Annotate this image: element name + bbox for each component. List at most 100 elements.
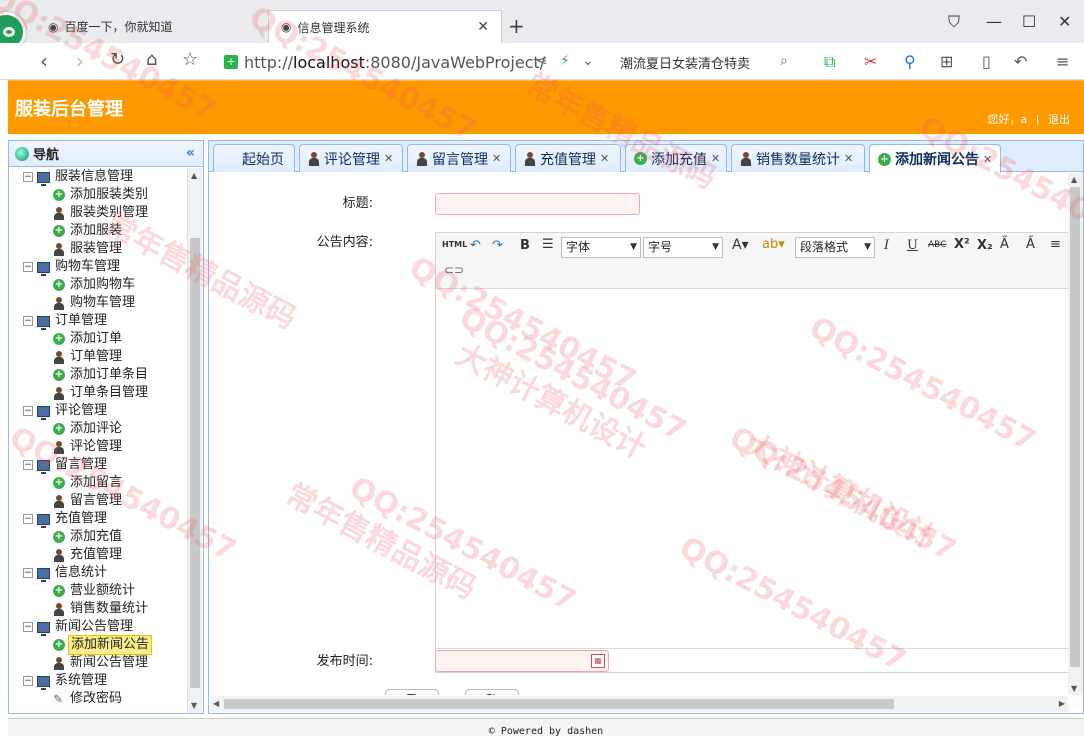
strikethrough-icon[interactable]: ABC bbox=[928, 240, 946, 250]
search-icon[interactable]: ⌕ bbox=[780, 53, 788, 69]
forward-icon[interactable]: › bbox=[76, 49, 84, 73]
nav-item[interactable]: 销售数量统计 bbox=[9, 600, 187, 618]
close-tab-icon[interactable]: ✕ bbox=[384, 152, 393, 165]
back-icon[interactable]: ‹ bbox=[40, 49, 48, 73]
search-suggestion[interactable]: 潮流夏日女装清仓特卖 bbox=[620, 53, 750, 72]
nav-item[interactable]: + 添加订单 bbox=[9, 330, 187, 348]
nav-group[interactable]: − 充值管理 bbox=[9, 510, 187, 528]
collapse-toggle-icon[interactable]: − bbox=[23, 568, 33, 578]
nav-item[interactable]: 新闻公告管理 bbox=[9, 654, 187, 672]
translate-icon[interactable]: ⧉ bbox=[824, 52, 835, 72]
subscript-icon[interactable]: X₂ bbox=[977, 238, 993, 253]
collapse-toggle-icon[interactable]: − bbox=[23, 676, 33, 686]
close-tab-icon[interactable]: ✕ bbox=[844, 152, 853, 165]
logout-link[interactable]: 退出 bbox=[1048, 113, 1070, 126]
new-tab-button[interactable]: + bbox=[508, 14, 525, 38]
maximize-icon[interactable]: ☐ bbox=[1022, 12, 1036, 31]
font-size-select[interactable]: 字号 ▼ bbox=[643, 237, 723, 258]
undo-icon[interactable]: ↶ bbox=[470, 238, 481, 253]
nav-group[interactable]: − 评论管理 bbox=[9, 402, 187, 420]
reset-button[interactable]: Ch bbox=[465, 689, 519, 695]
nav-item[interactable]: 留言管理 bbox=[9, 492, 187, 510]
nav-item[interactable]: 服装管理 bbox=[9, 240, 187, 258]
format-brush-icon[interactable]: ☰ bbox=[542, 237, 554, 252]
close-tab-icon[interactable]: ✕ bbox=[983, 153, 992, 166]
home-icon[interactable]: ⌂ bbox=[146, 49, 157, 70]
collapse-toggle-icon[interactable]: − bbox=[23, 316, 33, 326]
form-horizontal-scrollbar[interactable]: ◀ ▶ bbox=[210, 696, 1068, 712]
nav-group[interactable]: − 信息统计 bbox=[9, 564, 187, 582]
calendar-icon[interactable]: ▦ bbox=[591, 654, 605, 668]
dropdown-icon[interactable]: ⌄ bbox=[582, 53, 594, 69]
scroll-thumb[interactable] bbox=[224, 699, 894, 709]
nav-item[interactable]: + 添加评论 bbox=[9, 420, 187, 438]
url-field[interactable]: + http:// localhost :8080/JavaWebProject… bbox=[224, 49, 608, 75]
scroll-right-icon[interactable]: ▶ bbox=[1059, 699, 1065, 708]
align-left-icon[interactable]: ≡ bbox=[1050, 237, 1061, 252]
close-window-icon[interactable]: ✕ bbox=[1058, 12, 1071, 31]
nav-item[interactable]: 订单管理 bbox=[9, 348, 187, 366]
share-icon[interactable]: ⋖ bbox=[536, 53, 548, 69]
nav-scrollbar[interactable]: ▲ ▼ bbox=[187, 168, 202, 713]
nav-group[interactable]: − 购物车管理 bbox=[9, 258, 187, 276]
redo-icon[interactable]: ↷ bbox=[492, 238, 503, 253]
undo-icon[interactable]: ↶ bbox=[1014, 52, 1027, 71]
underline-icon[interactable]: U bbox=[907, 238, 918, 253]
scroll-up-icon[interactable]: ▲ bbox=[1071, 175, 1077, 184]
nav-item[interactable]: + 添加留言 bbox=[9, 474, 187, 492]
nav-group[interactable]: − 新闻公告管理 bbox=[9, 618, 187, 636]
content-tab[interactable]: + 添加充值 ✕ bbox=[625, 144, 727, 172]
minimize-icon[interactable]: — bbox=[986, 12, 1002, 31]
collapse-toggle-icon[interactable]: − bbox=[23, 262, 33, 272]
tshirt-skin-icon[interactable]: ⛉ bbox=[948, 12, 960, 32]
content-tab[interactable]: + 添加新闻公告 ✕ bbox=[869, 144, 1001, 173]
nav-item[interactable]: 评论管理 bbox=[9, 438, 187, 456]
italic-icon[interactable]: I bbox=[884, 238, 889, 253]
nav-item[interactable]: ✎ 修改密码 bbox=[9, 690, 187, 708]
nav-group[interactable]: − 订单管理 bbox=[9, 312, 187, 330]
collapse-toggle-icon[interactable]: − bbox=[23, 622, 33, 632]
publish-time-input[interactable]: ▦ bbox=[435, 650, 609, 672]
submit-button[interactable]: Ti bbox=[385, 689, 439, 695]
scroll-up-icon[interactable]: ▲ bbox=[191, 171, 197, 180]
close-tab-icon[interactable]: ✕ bbox=[711, 152, 720, 165]
nav-item[interactable]: 服装类别管理 bbox=[9, 204, 187, 222]
form-vertical-scrollbar[interactable]: ▲ ▼ bbox=[1068, 173, 1083, 695]
browser-tab-baidu[interactable]: ◉ 百度一下，你就知道 bbox=[36, 10, 268, 43]
font-family-select[interactable]: 字体 ▼ bbox=[561, 237, 641, 258]
content-tab[interactable]: 销售数量统计 ✕ bbox=[731, 144, 865, 172]
paragraph-select[interactable]: 段落格式 ▼ bbox=[795, 237, 875, 258]
nav-item[interactable]: + 添加服装 bbox=[9, 222, 187, 240]
bookmark-star-icon[interactable]: ☆ bbox=[182, 49, 198, 70]
scroll-left-icon[interactable]: ◀ bbox=[213, 699, 219, 708]
nav-group[interactable]: − 服装信息管理 bbox=[9, 168, 187, 186]
nav-group[interactable]: − 系统管理 bbox=[9, 672, 187, 690]
bold-icon[interactable]: B bbox=[520, 238, 530, 253]
nav-group[interactable]: − 留言管理 bbox=[9, 456, 187, 474]
nav-item[interactable]: 购物车管理 bbox=[9, 294, 187, 312]
title-input[interactable] bbox=[435, 193, 640, 215]
nav-item[interactable]: + 添加购物车 bbox=[9, 276, 187, 294]
reload-icon[interactable]: ↻ bbox=[110, 49, 125, 70]
scroll-thumb[interactable] bbox=[1070, 187, 1080, 667]
nav-item[interactable]: 充值管理 bbox=[9, 546, 187, 564]
scroll-thumb[interactable] bbox=[190, 238, 200, 688]
scroll-down-icon[interactable]: ▼ bbox=[1071, 684, 1077, 693]
close-tab-icon[interactable]: ✕ bbox=[600, 152, 609, 165]
nav-item[interactable]: + 添加订单条目 bbox=[9, 366, 187, 384]
close-tab-icon[interactable]: ✕ bbox=[477, 19, 489, 35]
content-tab[interactable]: 充值管理 ✕ bbox=[515, 144, 621, 172]
nav-item[interactable]: + 营业额统计 bbox=[9, 582, 187, 600]
html-source-icon[interactable]: HTML bbox=[442, 240, 467, 249]
close-tab-icon[interactable]: ✕ bbox=[492, 152, 501, 165]
collapse-toggle-icon[interactable]: − bbox=[23, 460, 33, 470]
link-icon[interactable]: ⊂⊃ bbox=[444, 263, 464, 277]
superscript-icon[interactable]: X² bbox=[954, 237, 970, 252]
content-tab[interactable]: 留言管理 ✕ bbox=[407, 144, 511, 172]
collapse-icon[interactable]: « bbox=[186, 145, 195, 161]
browser-tab-active[interactable]: ◉ 信息管理系统 ✕ bbox=[268, 10, 502, 43]
font-grow-icon[interactable]: A̋ bbox=[1000, 237, 1009, 252]
scissors-icon[interactable]: ✂ bbox=[864, 52, 877, 71]
font-shrink-icon[interactable]: A̋ bbox=[1026, 237, 1035, 252]
content-tab[interactable]: 评论管理 ✕ bbox=[299, 144, 403, 172]
